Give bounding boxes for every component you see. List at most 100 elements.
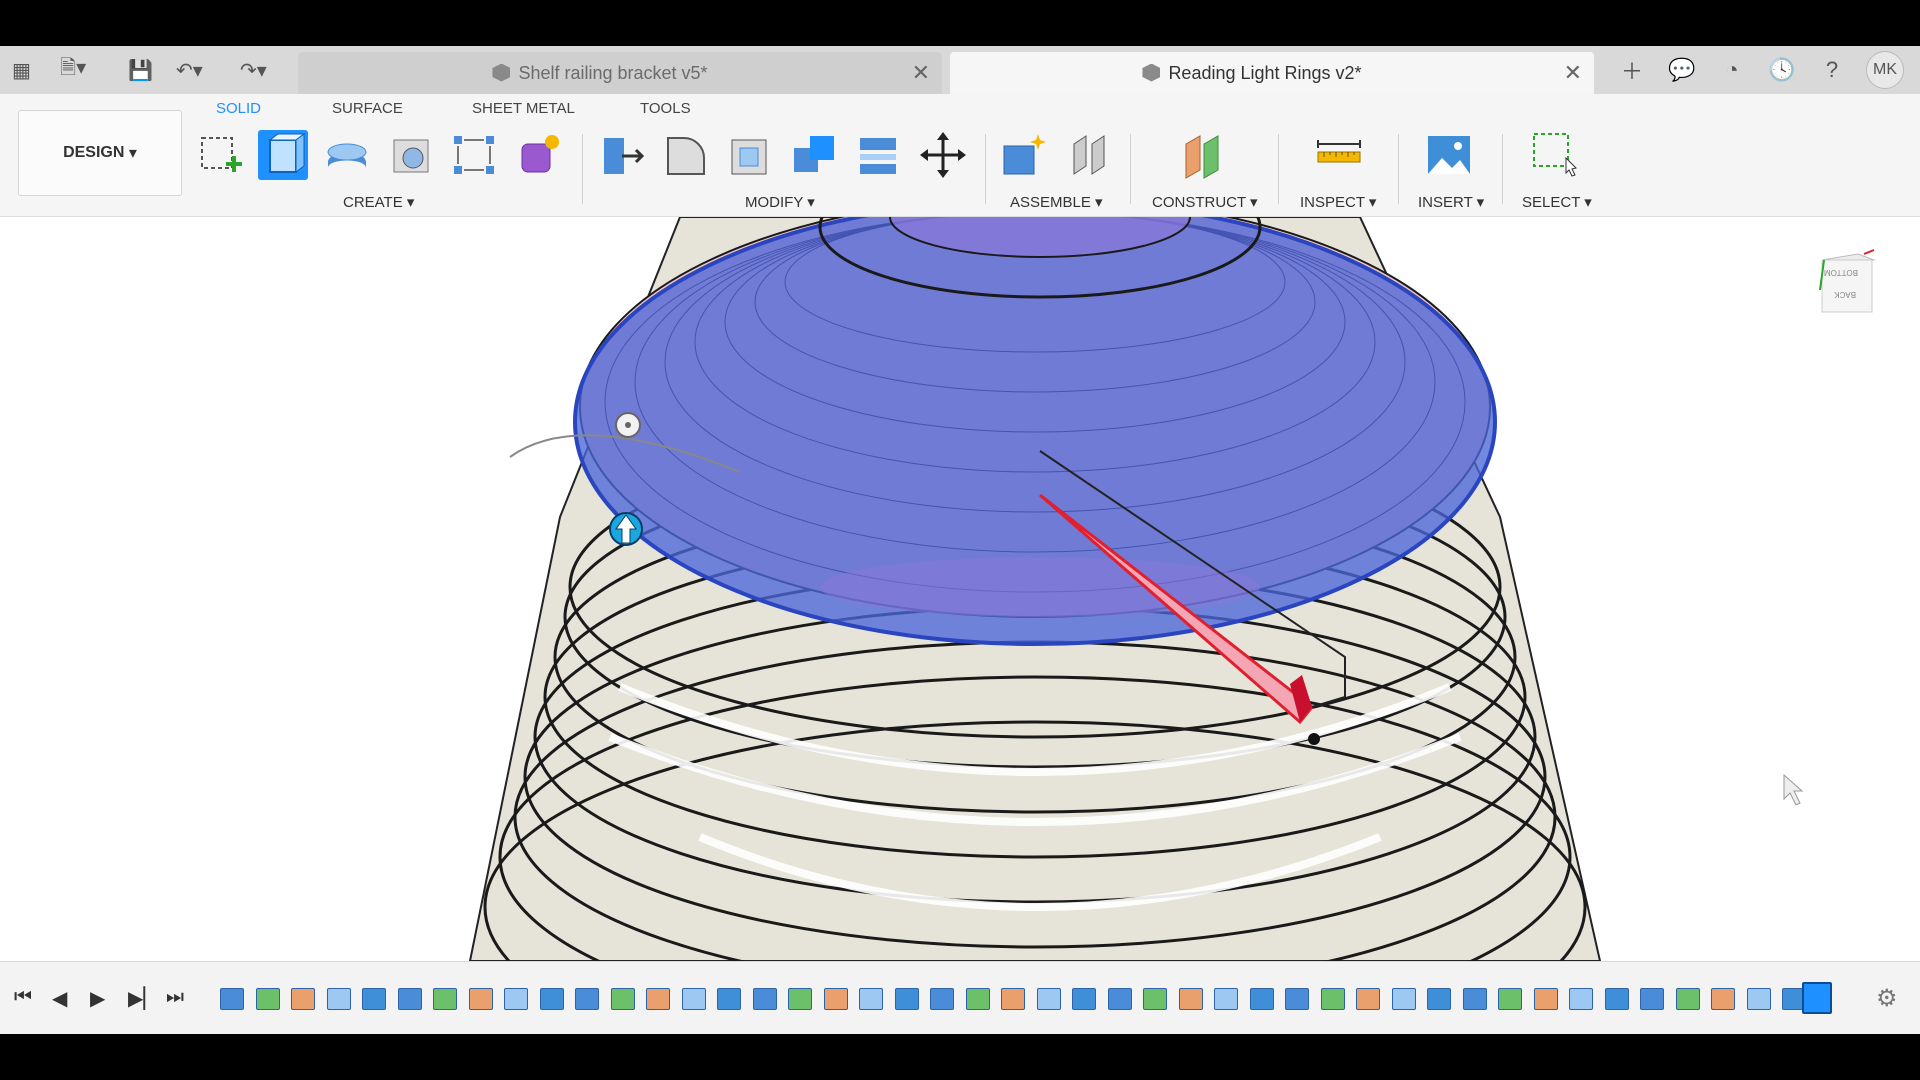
workspace-switcher[interactable]: DESIGN ▾ bbox=[18, 110, 182, 196]
play-icon[interactable]: ▶ bbox=[90, 986, 105, 1011]
avatar[interactable]: MK bbox=[1866, 51, 1904, 89]
timeline-feature-icon[interactable] bbox=[681, 988, 706, 1010]
tab-sheet-metal[interactable]: SHEET METAL bbox=[472, 100, 575, 117]
modify-menu[interactable]: MODIFY ▾ bbox=[745, 193, 815, 211]
timeline-feature-icon[interactable] bbox=[291, 988, 315, 1010]
timeline-feature-icon[interactable] bbox=[1178, 988, 1203, 1010]
combine-icon[interactable] bbox=[790, 130, 840, 180]
timeline-feature-icon[interactable] bbox=[539, 988, 564, 1010]
insert-menu[interactable]: INSERT ▾ bbox=[1418, 193, 1484, 211]
timeline-feature-icon[interactable] bbox=[1036, 988, 1061, 1010]
press-pull-icon[interactable] bbox=[598, 130, 648, 180]
save-icon[interactable]: 💾 bbox=[128, 58, 153, 82]
timeline-feature-icon[interactable] bbox=[1711, 988, 1735, 1010]
timeline-feature-icon[interactable] bbox=[1604, 988, 1629, 1010]
hole-icon[interactable] bbox=[386, 130, 436, 180]
new-tab-icon[interactable]: ＋ bbox=[1614, 52, 1650, 88]
timeline-feature-icon[interactable] bbox=[823, 988, 848, 1010]
new-component-icon[interactable] bbox=[1000, 130, 1050, 180]
tab-shelf-railing-bracket[interactable]: Shelf railing bracket v5* ✕ bbox=[298, 52, 942, 94]
tab-solid[interactable]: SOLID bbox=[216, 100, 261, 117]
timeline-feature-icon[interactable] bbox=[504, 988, 528, 1010]
timeline-feature-icon[interactable] bbox=[1356, 988, 1380, 1010]
timeline-feature-icon[interactable] bbox=[326, 988, 351, 1010]
timeline-feature-icon[interactable] bbox=[1143, 988, 1167, 1010]
timeline-feature-icon[interactable] bbox=[362, 988, 386, 1010]
viewport-canvas[interactable]: BOTTOM BACK bbox=[0, 217, 1920, 961]
measure-icon[interactable] bbox=[1314, 130, 1364, 180]
joint-icon[interactable] bbox=[1064, 130, 1114, 180]
close-icon[interactable]: ✕ bbox=[912, 60, 930, 86]
viewcube[interactable]: BOTTOM BACK bbox=[1819, 249, 1876, 313]
extrude-arrow-manipulator[interactable] bbox=[609, 512, 643, 546]
create-menu[interactable]: CREATE ▾ bbox=[343, 193, 414, 211]
timeline-feature-icon[interactable] bbox=[610, 988, 635, 1010]
revolve-icon[interactable] bbox=[322, 130, 372, 180]
timeline-feature-icon[interactable] bbox=[1640, 988, 1664, 1010]
select-menu[interactable]: SELECT ▾ bbox=[1522, 193, 1592, 211]
timeline-feature-icon[interactable] bbox=[788, 988, 812, 1010]
construct-menu[interactable]: CONSTRUCT ▾ bbox=[1152, 193, 1258, 211]
timeline-marker[interactable] bbox=[1802, 982, 1832, 1014]
timeline-feature-icon[interactable] bbox=[1285, 988, 1309, 1010]
settings-gear-icon[interactable]: ⚙ bbox=[1876, 984, 1898, 1013]
split-body-icon[interactable] bbox=[854, 130, 904, 180]
timeline-feature-icon[interactable] bbox=[255, 988, 280, 1010]
timeline-feature-icon[interactable] bbox=[1391, 988, 1416, 1010]
timeline-feature-icon[interactable] bbox=[646, 988, 670, 1010]
viewcube-face-bottom[interactable]: BOTTOM bbox=[1824, 268, 1858, 277]
apps-grid-icon[interactable]: ▦ bbox=[12, 58, 31, 82]
timeline-feature-icon[interactable] bbox=[1569, 988, 1593, 1010]
offset-plane-icon[interactable] bbox=[1180, 130, 1230, 180]
timeline-feature-icon[interactable] bbox=[433, 988, 457, 1010]
step-forward-icon[interactable]: ▶▏ bbox=[128, 986, 159, 1011]
go-to-start-icon[interactable]: ⏮ bbox=[14, 986, 32, 1009]
timeline-feature-icon[interactable] bbox=[1001, 988, 1025, 1010]
timeline-feature-icon[interactable] bbox=[965, 988, 990, 1010]
timeline-feature-icon[interactable] bbox=[1675, 988, 1700, 1010]
move-icon[interactable] bbox=[918, 130, 968, 180]
timeline-feature-icon[interactable] bbox=[894, 988, 919, 1010]
timeline-feature-icon[interactable] bbox=[468, 988, 493, 1010]
extrude-icon[interactable] bbox=[258, 130, 308, 180]
insert-image-icon[interactable] bbox=[1424, 130, 1474, 180]
timeline-feature-icon[interactable] bbox=[1498, 988, 1522, 1010]
timeline-feature-icon[interactable] bbox=[930, 988, 954, 1010]
timeline-feature-icon[interactable] bbox=[575, 988, 599, 1010]
timeline-feature-icon[interactable] bbox=[1107, 988, 1132, 1010]
assemble-menu[interactable]: ASSEMBLE ▾ bbox=[1010, 193, 1103, 211]
close-icon[interactable]: ✕ bbox=[1564, 60, 1582, 86]
timeline-feature-icon[interactable] bbox=[717, 988, 741, 1010]
file-menu-icon[interactable]: 🗎▾ bbox=[60, 57, 86, 82]
pattern-icon[interactable] bbox=[450, 130, 500, 180]
timeline-feature-icon[interactable] bbox=[1533, 988, 1558, 1010]
fillet-icon[interactable] bbox=[662, 130, 712, 180]
shell-icon[interactable] bbox=[726, 130, 776, 180]
timeline-feature-icon[interactable] bbox=[859, 988, 883, 1010]
create-form-icon[interactable] bbox=[514, 130, 564, 180]
timeline-feature-icon[interactable] bbox=[1462, 988, 1487, 1010]
timeline-feature-icon[interactable] bbox=[1249, 988, 1274, 1010]
sketch-point[interactable] bbox=[1308, 733, 1320, 745]
redo-icon[interactable]: ↷▾ bbox=[240, 58, 267, 82]
tab-reading-light-rings[interactable]: Reading Light Rings v2* ✕ bbox=[950, 52, 1594, 94]
select-icon[interactable] bbox=[1530, 130, 1580, 180]
inspect-menu[interactable]: INSPECT ▾ bbox=[1300, 193, 1376, 211]
create-sketch-icon[interactable] bbox=[196, 130, 246, 180]
model-view[interactable]: BOTTOM BACK bbox=[0, 217, 1920, 961]
tab-tools[interactable]: TOOLS bbox=[640, 100, 691, 117]
timeline-feature-icon[interactable] bbox=[1746, 988, 1771, 1010]
timeline-feature-icon[interactable] bbox=[220, 988, 244, 1010]
timeline-feature-icon[interactable] bbox=[397, 988, 422, 1010]
viewcube-face-back[interactable]: BACK bbox=[1834, 290, 1856, 299]
go-to-end-icon[interactable]: ⏭ bbox=[166, 986, 184, 1009]
step-back-icon[interactable]: ◀ bbox=[52, 986, 67, 1011]
timeline-feature-icon[interactable] bbox=[1214, 988, 1238, 1010]
timeline-feature-icon[interactable] bbox=[752, 988, 777, 1010]
comments-icon[interactable]: 💬 bbox=[1664, 52, 1700, 88]
history-icon[interactable]: 🕓 bbox=[1764, 52, 1800, 88]
jobs-icon[interactable]: ◔ bbox=[1714, 52, 1750, 88]
timeline-feature-icon[interactable] bbox=[1427, 988, 1451, 1010]
timeline-feature-icon[interactable] bbox=[1072, 988, 1096, 1010]
help-icon[interactable]: ? bbox=[1814, 52, 1850, 88]
